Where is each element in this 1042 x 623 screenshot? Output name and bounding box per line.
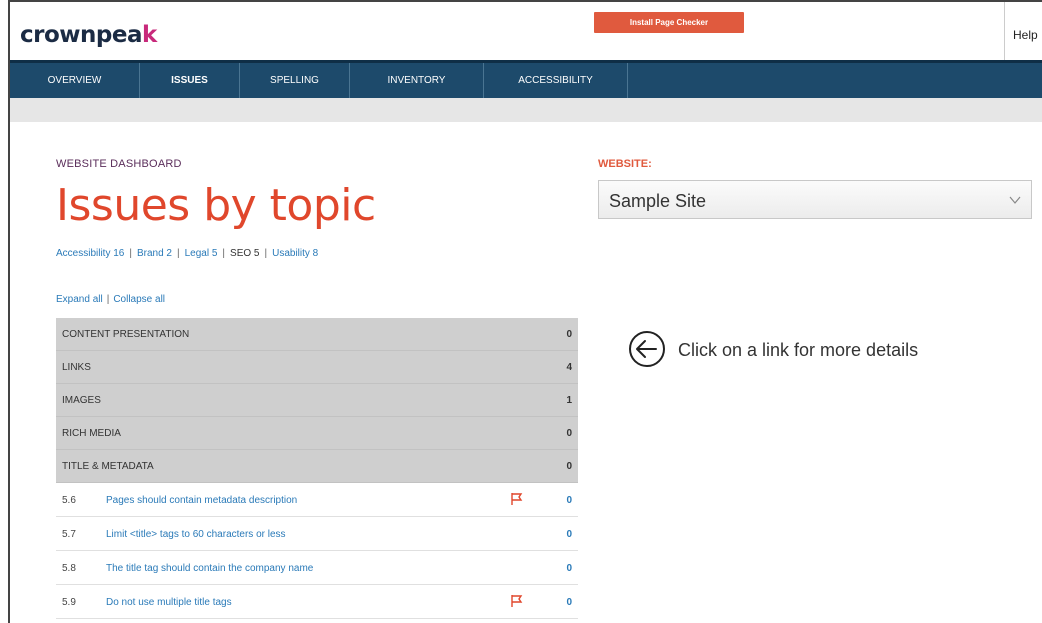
issue-link[interactable]: The title tag should contain the company…	[106, 563, 313, 574]
issue-link[interactable]: Do not use multiple title tags	[106, 597, 232, 608]
category-count: 0	[566, 428, 572, 439]
collapse-all-link[interactable]: Collapse all	[113, 294, 165, 305]
category-row-rich-media[interactable]: RICH MEDIA 0	[56, 417, 578, 450]
topic-seo-current: SEO 5	[230, 248, 260, 259]
page-title: Issues by topic	[56, 180, 376, 231]
tab-accessibility[interactable]: ACCESSIBILITY	[484, 63, 628, 98]
crownpeak-logo[interactable]: crownpeak	[20, 22, 157, 48]
header: crownpeak Install Page Checker Help	[10, 2, 1042, 60]
tab-issues[interactable]: ISSUES	[140, 63, 240, 98]
category-row-links[interactable]: LINKS 4	[56, 351, 578, 384]
expand-collapse-controls: Expand all | Collapse all	[56, 294, 165, 305]
arrow-left-circle-icon	[629, 331, 665, 367]
category-row-images[interactable]: IMAGES 1	[56, 384, 578, 417]
separator: |	[106, 294, 110, 305]
tab-inventory[interactable]: INVENTORY	[350, 63, 484, 98]
topic-links: Accessibility 16 | Brand 2 | Legal 5 | SEO 5 | U…	[56, 248, 318, 259]
website-select[interactable]: Sample Site	[598, 180, 1032, 219]
install-page-checker-button[interactable]: Install Page Checker	[594, 12, 744, 33]
app-frame: crownpeak Install Page Checker Help OVER…	[8, 0, 1042, 623]
separator: |	[222, 248, 226, 259]
issue-row: 5.8 The title tag should contain the com…	[56, 551, 578, 585]
help-link[interactable]: Help	[1013, 28, 1038, 42]
hint-text: Click on a link for more details	[678, 340, 919, 360]
issue-number: 5.8	[62, 563, 76, 574]
issue-row: 5.6 Pages should contain metadata descri…	[56, 483, 578, 517]
category-label: LINKS	[62, 362, 91, 373]
category-label: TITLE & METADATA	[62, 461, 154, 472]
issue-row: 5.9 Do not use multiple title tags 0	[56, 585, 578, 619]
issue-count[interactable]: 0	[566, 529, 572, 540]
topic-link-legal[interactable]: Legal 5	[185, 248, 218, 259]
tab-overview[interactable]: OVERVIEW	[10, 63, 140, 98]
header-divider	[1004, 2, 1005, 60]
issue-number: 5.9	[62, 597, 76, 608]
chevron-down-icon	[1009, 196, 1021, 204]
separator: |	[129, 248, 132, 259]
category-label: IMAGES	[62, 395, 101, 406]
issue-number: 5.7	[62, 529, 76, 540]
tab-spelling[interactable]: SPELLING	[240, 63, 350, 98]
logo-main: crownpea	[20, 22, 142, 48]
sub-band	[10, 98, 1042, 122]
page-eyebrow: WEBSITE DASHBOARD	[56, 158, 182, 170]
topic-link-accessibility[interactable]: Accessibility 16	[56, 248, 124, 259]
logo-accent: k	[141, 22, 157, 48]
issue-link[interactable]: Pages should contain metadata descriptio…	[106, 495, 297, 506]
flag-icon[interactable]	[510, 594, 524, 608]
category-count: 1	[566, 395, 572, 406]
category-row-title-metadata[interactable]: TITLE & METADATA 0	[56, 450, 578, 483]
issue-count[interactable]: 0	[566, 597, 572, 608]
main-nav: OVERVIEW ISSUES SPELLING INVENTORY ACCES…	[10, 60, 1042, 98]
issue-count[interactable]: 0	[566, 563, 572, 574]
website-selected-value: Sample Site	[609, 191, 707, 211]
issue-number: 5.6	[62, 495, 76, 506]
issue-link[interactable]: Limit <title> tags to 60 characters or l…	[106, 529, 286, 540]
category-label: RICH MEDIA	[62, 428, 121, 439]
website-label: WEBSITE:	[598, 158, 652, 170]
issues-table: CONTENT PRESENTATION 0 LINKS 4 IMAGES 1 …	[56, 318, 578, 619]
separator: |	[264, 248, 268, 259]
category-row-content-presentation[interactable]: CONTENT PRESENTATION 0	[56, 318, 578, 351]
topic-link-brand[interactable]: Brand 2	[137, 248, 172, 259]
issue-count[interactable]: 0	[566, 495, 572, 506]
category-label: CONTENT PRESENTATION	[62, 329, 190, 340]
category-count: 0	[566, 461, 572, 472]
category-count: 0	[566, 329, 572, 340]
expand-all-link[interactable]: Expand all	[56, 294, 103, 305]
separator: |	[177, 248, 180, 259]
issue-row: 5.7 Limit <title> tags to 60 characters …	[56, 517, 578, 551]
topic-link-usability[interactable]: Usability 8	[272, 248, 318, 259]
flag-icon[interactable]	[510, 492, 524, 506]
category-count: 4	[566, 362, 572, 373]
